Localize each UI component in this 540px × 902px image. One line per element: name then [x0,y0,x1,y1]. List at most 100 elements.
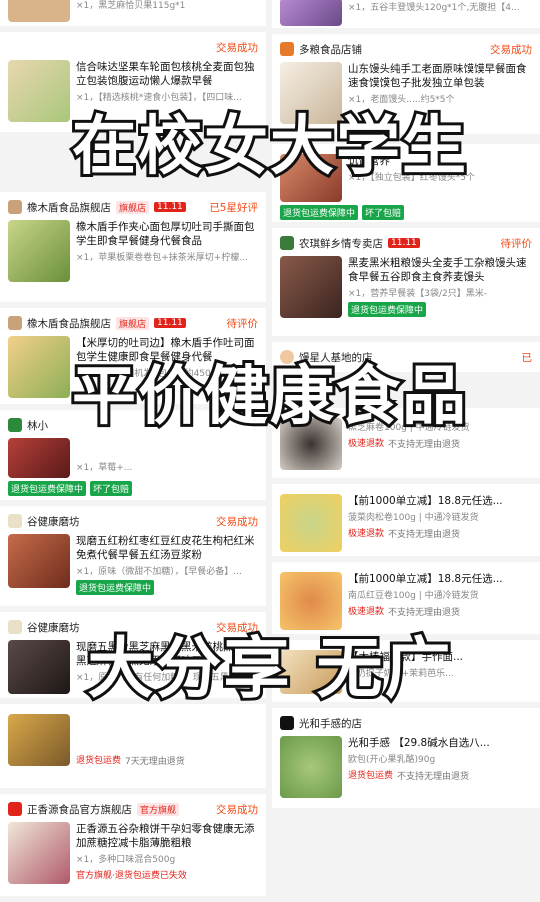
product-title[interactable]: 山东馒头纯手工老面原味馍馍早餐面食速食馍馍包子批发独立单包装 [348,62,532,90]
order-status: 交易成功 [216,621,258,634]
shop-icon [280,236,294,250]
product-title[interactable]: 【前1000单立减】18.8元任选... [348,572,532,586]
product-image [280,418,342,470]
order-card[interactable]: 饥饿营养 ×1，【独立包装】红枣馒头*5个 退货包运费保障中 坏了包赔 [272,144,540,222]
product-image [280,494,342,552]
order-card[interactable]: 谷健康磨坊 交易成功 现磨五黑粉黑芝麻黑豆黑米核桃黑桑葚黑芝麻糊免煮无添加原味五… [0,612,266,698]
product-image [280,62,342,124]
shop-icon [8,200,22,214]
order-card-header[interactable]: 馒星人基地的店 已 [272,342,540,372]
order-card[interactable]: 橡木盾食品旗舰店 旗舰店 11.11 待评价 【米厚切的吐司边】橡木盾手作吐司面… [0,308,266,404]
product-sku: 黑芝麻卷100g | 中通冷链发货 [348,423,470,433]
tag-shipping-expired: 官方旗舰·退货包运费已失效 [76,871,187,881]
product-sku: ...奶提子奶酪+茉莉芭乐... [348,669,454,679]
order-card[interactable]: 正香源食品官方旗舰店 官方旗舰 交易成功 正香源五谷杂粮饼干孕妇零食健康无添加蔗… [0,794,266,896]
product-sku: ×1，黑芝麻恰贝果115g*1 [76,1,186,11]
order-card[interactable]: 交易成功 信合味达坚果车轮面包核桃全麦面包独立包装饱腹运动懒人爆款早餐 ×1，【… [0,32,266,132]
product-sku: ×1，草莓+... [76,463,133,473]
shop-name[interactable]: 林小 [27,418,48,433]
product-title[interactable]: 黑麦黑米粗粮馒头全麦手工杂粮馒头速食早餐五谷即食主食荞麦馒头 [348,256,532,284]
shop-name[interactable]: 馒星人基地的店 [299,350,373,365]
tag-return-shipping: 退货包运费保障中 [76,580,155,595]
order-card[interactable]: 农琪鲜乡情专卖店 11.11 待评价 黑麦黑米粗粮馒头全麦手工杂粮馒头速食早餐五… [272,228,540,336]
shop-name[interactable]: 光和手感的店 [299,716,362,731]
tag-fast-refund: 极速退款 [348,607,385,617]
order-card[interactable]: 【前1000单立减】18.8元任选... 南瓜红豆卷100g | 中通冷链发货 … [272,562,540,634]
tag-return-shipping: 退货包运费 [76,756,122,766]
product-title[interactable]: 正香源五谷杂粮饼干孕妇零食健康无添加蔗糖控减卡脂薄脆粗粮 [76,822,258,850]
product-title[interactable]: 现磨五黑粉黑芝麻黑豆黑米核桃黑桑葚黑芝麻糊免煮无添加原味五谷 [76,640,258,668]
order-card[interactable]: ×1，五谷丰登馒头120g*1个,无腹担【4... [272,0,540,28]
product-sku: ×1，老面馒头.....约5*5个 [348,95,455,105]
product-sku: ×1，苹果板栗卷卷包+抹茶米厚切+柠檬... [76,253,248,263]
order-card[interactable]: 黑芝麻卷100g | 中通冷链发货 极速退款 不支持无理由退货 [272,408,540,478]
tag-no-return: 不支持无理由退货 [388,440,461,450]
shop-name[interactable]: 正香源食品官方旗舰店 [27,802,132,817]
product-title[interactable]: 【木棒福利款】手作面... [348,650,532,664]
order-status: 交易成功 [216,41,258,54]
order-card[interactable]: 【前1000单立减】18.8元任选... 菠菜肉松卷100g | 中通冷链发货 … [272,484,540,556]
product-title[interactable]: 【米厚切的吐司边】橡木盾手作吐司面包学生健康即食早餐健身代餐 [76,336,258,364]
shop-icon [8,514,22,528]
product-image [8,640,70,694]
order-card[interactable]: 【木棒福利款】手作面... ...奶提子奶酪+茉莉芭乐... [272,640,540,702]
order-list-left: ×1，黑芝麻恰贝果115g*1 交易成功 信合味达坚果车轮面包核桃全麦面包独立包… [0,0,266,902]
order-status: 待评价 [226,317,259,330]
product-image [280,154,342,202]
shop-icon [8,802,22,816]
product-image [280,736,342,798]
product-title[interactable]: 【前1000单立减】18.8元任选... [348,494,532,508]
product-sku: 欧包(开心果乳酪)90g [348,755,436,765]
product-sku: 菠菜肉松卷100g | 中通冷链发货 [348,513,479,523]
product-image [8,0,70,22]
order-card[interactable]: 谷健康磨坊 交易成功 现磨五红粉红枣红豆红皮花生枸杞红米免煮代餐早餐五红汤豆浆粉… [0,506,266,606]
tag-return-shipping: 退货包运费保障中 [8,481,87,496]
product-sku: ×1，【精选核桃*速食小包装】，【四口味... [76,93,242,103]
shop-icon [8,418,22,432]
tag-return-shipping: 退货包运费保障中 [280,205,359,220]
shop-icon [280,716,294,730]
shop-icon [280,42,294,56]
product-title[interactable]: 现磨五红粉红枣红豆红皮花生枸杞红米免煮代餐早餐五红汤豆浆粉 [76,534,258,562]
tag-bad-compensation: 坏了包赔 [90,481,133,496]
product-sku: ×1，原味（没有任何加糖），现磨五黑粉500... [76,673,258,683]
double11-badge: 11.11 [154,318,186,328]
product-title[interactable]: 饥饿营养 [348,154,532,168]
product-image [8,60,70,122]
shop-name[interactable]: 谷健康磨坊 [27,620,80,635]
shop-name[interactable]: 谷健康磨坊 [27,514,80,529]
shop-icon [8,620,22,634]
product-title[interactable]: 光和手感 【29.8碱水自选八... [348,736,532,750]
order-card[interactable]: ×1，黑芝麻恰贝果115g*1 [0,0,266,26]
tag-7day-return: 7天无理由退货 [125,757,185,767]
order-card[interactable]: 林小 ×1，草莓+... 退货包运费保障中 坏了包赔 [0,410,266,500]
shop-name[interactable]: 橡木盾食品旗舰店 [27,316,111,331]
order-card[interactable]: 多粮食品店铺 交易成功 山东馒头纯手工老面原味馍馍早餐面食速食馍馍包子批发独立单… [272,34,540,134]
shop-name[interactable]: 多粮食品店铺 [299,42,362,57]
product-title[interactable]: 信合味达坚果车轮面包核桃全麦面包独立包装饱腹运动懒人爆款早餐 [76,60,258,88]
product-sku: ×1，多口味随机发4包8片,约450g [76,369,217,379]
product-image [280,0,342,26]
official-flagship-badge: 官方旗舰 [137,802,180,816]
product-image [8,534,70,588]
tag-return-shipping: 退货包运费 [348,771,394,781]
order-card[interactable]: 退货包运费 7天无理由退货 [0,704,266,788]
shop-name[interactable]: 农琪鲜乡情专卖店 [299,236,383,251]
product-image [280,572,342,630]
product-sku: ×1，原味（微甜不加糖），【早餐必备】... [76,567,242,577]
tag-bad-compensation: 坏了包赔 [362,205,405,220]
double11-badge: 11.11 [154,202,186,212]
order-card[interactable]: 橡木盾食品旗舰店 旗舰店 11.11 已5星好评 橡木盾手作夹心面包厚切吐司手撕… [0,192,266,302]
product-sku: 南瓜红豆卷100g | 中通冷链发货 [348,591,479,601]
product-title[interactable]: 橡木盾手作夹心面包厚切吐司手撕面包学生即食早餐健身代餐食品 [76,220,258,248]
order-status: 待评价 [500,237,533,250]
shop-name[interactable]: 橡木盾食品旗舰店 [27,200,111,215]
product-image [280,650,342,694]
double11-badge: 11.11 [388,238,420,248]
shop-icon [8,316,22,330]
tag-fast-refund: 极速退款 [348,529,385,539]
flagship-badge: 旗舰店 [116,316,150,330]
tag-no-return: 不支持无理由退货 [388,530,461,540]
order-card[interactable]: 光和手感的店 光和手感 【29.8碱水自选八... 欧包(开心果乳酪)90g 退… [272,708,540,808]
shop-icon [280,350,294,364]
